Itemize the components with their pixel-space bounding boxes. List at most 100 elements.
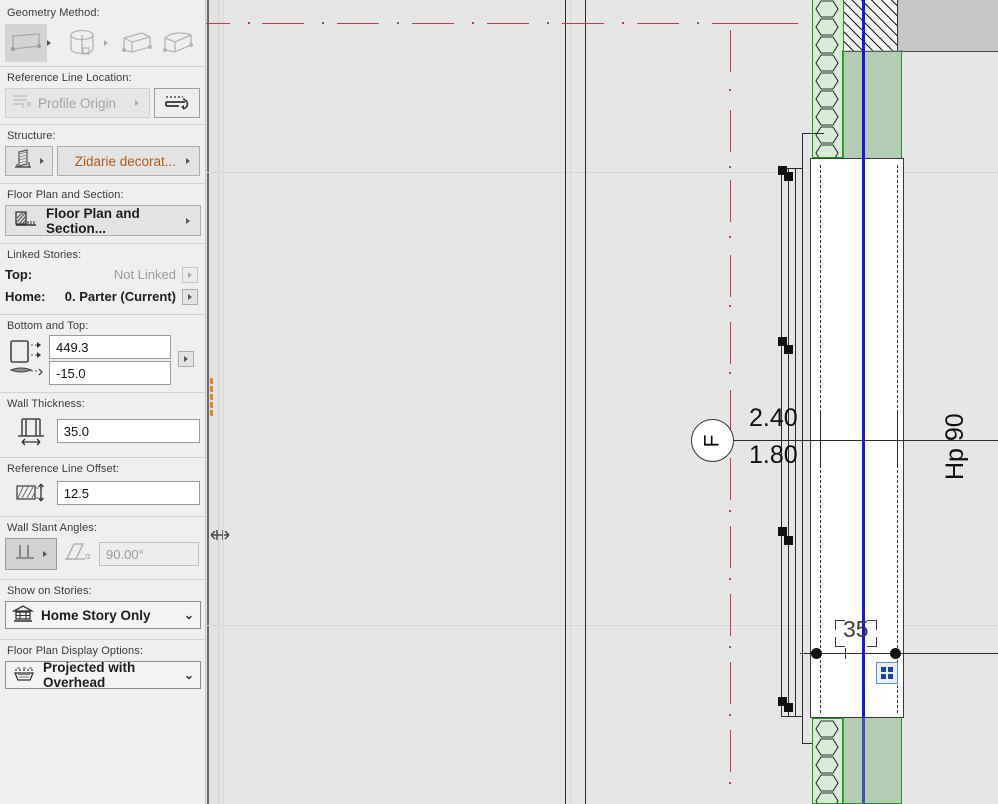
wall-jamb-cap: [781, 716, 803, 717]
centerline-horizontal-segment: [412, 23, 454, 24]
floor-plan-section-button[interactable]: Floor Plan and Section...: [5, 205, 201, 236]
wall-green-fill-top: [842, 50, 902, 160]
wall-opening-cap-line: [802, 714, 803, 744]
insulation-hatch-pattern: [815, 720, 839, 803]
bottom-and-top-arrow-button[interactable]: [178, 351, 194, 367]
geometry-method-section: Geometry Method:: [0, 0, 205, 62]
wall-node-marker[interactable]: [784, 536, 793, 545]
wall-slant-mode-button[interactable]: [5, 538, 57, 570]
wall-thickness-input[interactable]: 35.0: [56, 419, 200, 443]
drawing-canvas[interactable]: F 2.40 1.80 Hp 90 35: [206, 0, 998, 804]
structure-material-value: Zidarie decorat...: [74, 153, 176, 169]
wall-node-marker[interactable]: [784, 703, 793, 712]
window-height-label-text: Hp 90: [941, 413, 969, 480]
centerline-dot: [729, 510, 731, 512]
structure-material-button[interactable]: Zidarie decorat...: [56, 146, 200, 176]
floor-plan-section-icon: [14, 208, 38, 233]
show-on-stories-section: Show on Stories: Home Story Only ⌄: [0, 580, 205, 629]
wall-node-marker[interactable]: [784, 172, 793, 181]
bottom-and-top-bottom-input[interactable]: -15.0: [49, 361, 171, 385]
structure-type-button[interactable]: [5, 146, 53, 176]
floor-plan-section-value: Floor Plan and Section...: [46, 205, 140, 236]
tracker-grid-cell: [881, 667, 886, 672]
wall-reference-line[interactable]: [862, 0, 865, 804]
window-height-label: Hp 90: [941, 413, 970, 480]
reference-line-offset-label: Reference Line Offset:: [7, 463, 120, 475]
centerline-dot: [248, 22, 250, 24]
centerline-horizontal-segment: [562, 23, 604, 24]
stories-icon: [11, 604, 35, 626]
profile-origin-icon: [11, 92, 33, 115]
svg-text:α: α: [85, 552, 91, 562]
linked-stories-top-row: Top: Not Linked: [5, 264, 200, 285]
wall-opening-cap-line: [802, 133, 803, 163]
centerline-vertical-segment: [730, 526, 731, 568]
thickness-dimension-bracket-left-bottom: [835, 637, 845, 647]
structural-line: [585, 0, 586, 804]
centerline-dot: [622, 22, 624, 24]
centerline-vertical-segment: [730, 180, 731, 222]
splitter-grab-handle[interactable]: [209, 527, 230, 543]
wall-slant-angles-section: Wall Slant Angles: α 90.00°: [0, 517, 205, 570]
thickness-dimension-endpoint[interactable]: [890, 648, 901, 659]
geometry-method-straight-wall-arrow[interactable]: [43, 40, 55, 46]
thickness-dimension-endpoint[interactable]: [811, 648, 822, 659]
dimension-tick: [897, 413, 898, 467]
reference-line-offset-input[interactable]: 12.5: [56, 481, 200, 505]
splitter-orange-marker: [210, 378, 213, 416]
tracker-grid-cell: [888, 674, 893, 679]
dimension-above-label: 2.40: [749, 404, 798, 432]
flip-reference-line-button[interactable]: [154, 88, 200, 118]
geometry-method-trapezoid-wall[interactable]: [158, 24, 200, 62]
floor-plan-section-section: Floor Plan and Section: Floor Plan and S…: [0, 184, 205, 236]
wall-slant-mode-arrow-icon: [39, 551, 51, 557]
centerline-dot: [397, 22, 399, 24]
bottom-and-top-section: Bottom and Top: 449.3 -15.0: [0, 315, 205, 385]
tracker-grid-cell: [888, 667, 893, 672]
reference-line-location-section: Reference Line Location: Profile Origin: [0, 67, 205, 118]
wall-node-marker[interactable]: [778, 527, 787, 536]
wall-slant-angle-input[interactable]: 90.00°: [99, 542, 199, 566]
linked-stories-home-arrow-button[interactable]: [182, 288, 198, 305]
linked-stories-top-arrow-button[interactable]: [182, 266, 198, 283]
centerline-vertical-segment: [730, 594, 731, 636]
tracker-grid-icon[interactable]: [876, 662, 898, 684]
geometry-method-straight-wall[interactable]: [5, 24, 48, 62]
thickness-dimension-bracket-right: [867, 620, 877, 630]
thickness-dimension-label: 35: [843, 616, 869, 642]
centerline-horizontal-segment: [712, 23, 798, 24]
thickness-dimension-bracket-left: [835, 620, 845, 630]
floor-plan-display-options-value: Projected with Overhead: [43, 660, 136, 690]
centerline-horizontal-segment: [337, 23, 379, 24]
linked-stories-label: Linked Stories:: [7, 249, 82, 261]
wall-opening-cap: [802, 133, 824, 134]
geometry-method-curved-wall-arrow[interactable]: [100, 40, 112, 46]
centerline-vertical-segment: [730, 458, 731, 500]
show-on-stories-dropdown[interactable]: Home Story Only ⌄: [5, 601, 201, 629]
centerline-horizontal-segment: [262, 23, 304, 24]
projected-overhead-icon: [12, 665, 36, 686]
dimension-tick: [820, 413, 821, 467]
geometry-method-curved-wall[interactable]: [61, 24, 103, 62]
wall-orientation-marker[interactable]: F: [691, 419, 734, 462]
show-on-stories-label: Show on Stories:: [7, 585, 92, 597]
centerline-horizontal-segment: [206, 23, 230, 24]
centerline-dot: [729, 166, 731, 168]
centerline-vertical-segment: [730, 730, 731, 772]
thickness-dimension-bracket-right-bottom: [867, 637, 877, 647]
centerline-dot: [729, 578, 731, 580]
reference-line-location-label: Reference Line Location:: [7, 72, 132, 84]
geometry-method-rectangle-wall[interactable]: [116, 24, 158, 62]
centerline-dot: [729, 372, 731, 374]
bottom-and-top-top-input[interactable]: 449.3: [49, 335, 171, 359]
linked-stories-top-key: Top:: [5, 267, 33, 282]
wall-node-marker[interactable]: [784, 345, 793, 354]
reference-line-location-combo[interactable]: Profile Origin: [5, 88, 151, 118]
bottom-and-top-label: Bottom and Top:: [7, 320, 89, 332]
wall-thickness-label: Wall Thickness:: [7, 398, 85, 410]
thickness-dimension-mid-tick: [845, 648, 846, 659]
chevron-down-icon: ⌄: [183, 668, 194, 682]
floor-plan-display-options-dropdown[interactable]: Projected with Overhead ⌄: [5, 660, 201, 690]
linked-stories-home-value: 0. Parter (Current): [64, 289, 176, 304]
centerline-dot: [729, 305, 731, 307]
